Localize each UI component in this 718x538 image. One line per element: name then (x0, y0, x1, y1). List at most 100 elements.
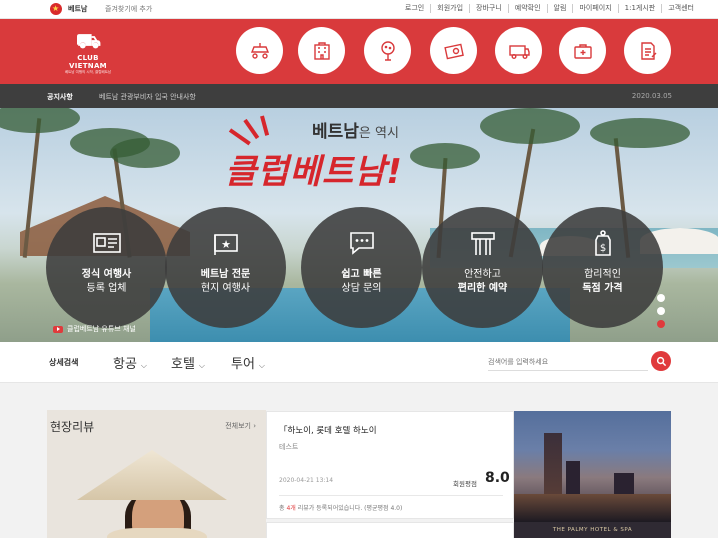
feature-line2: 상담 문의 (341, 283, 382, 294)
slogan-ray (243, 118, 260, 140)
palm-frond (110, 138, 180, 168)
top-utility-bar: 베트남 즐겨찾기에 추가 로그인 회원가입 장바구니 예약확인 알림 마이페이지… (0, 0, 718, 19)
feature-vietnam-expert[interactable]: ★ 베트남 전문 현지 여행사 (165, 207, 286, 328)
reservation-link[interactable]: 예약확인 (507, 4, 547, 13)
search-menu-flight[interactable]: 항공 ⌵ (113, 353, 147, 372)
vietnam-flag-icon (50, 3, 62, 15)
feature-line2: 편리한 예약 (457, 283, 508, 294)
review-score: 8.0 (485, 470, 510, 486)
photo-tower (544, 433, 562, 503)
ticket-icon (443, 43, 464, 59)
chevron-right-icon: › (253, 422, 256, 430)
cart-link[interactable]: 장바구니 (469, 4, 508, 13)
id-card-icon (93, 233, 121, 253)
illustration-shirt (107, 528, 207, 538)
detail-search-label: 상세검색 (49, 358, 79, 367)
feature-exclusive-price[interactable]: $ 합리적인 독점 가격 (542, 207, 663, 328)
golf-icon (380, 40, 395, 61)
menu-label: 투어 (231, 357, 255, 372)
ticket-category-button[interactable] (430, 27, 477, 74)
feature-line1: 합리적인 (584, 269, 621, 280)
search-menu-tour[interactable]: 투어 ⌵ (231, 353, 265, 372)
youtube-channel-link[interactable]: 클럽베트남 유튜브 채널 (53, 323, 136, 335)
notice-label: 공지사항 (47, 93, 73, 101)
divider (279, 495, 503, 496)
hotel-category-button[interactable] (298, 27, 345, 74)
slogan-ray (228, 128, 251, 146)
card-icon (471, 232, 495, 255)
price-tag-icon: $ (595, 230, 611, 256)
golf-cart-icon (250, 42, 269, 59)
slide-dot[interactable] (657, 294, 665, 302)
review-hotel-photo[interactable] (514, 411, 671, 522)
menu-label: 호텔 (171, 357, 195, 372)
slogan-main: 클럽베트남! (225, 152, 403, 192)
feature-line1: 쉽고 빠른 (341, 269, 382, 280)
search-icon (656, 356, 666, 366)
svg-text:★: ★ (221, 238, 231, 251)
document-category-button[interactable] (624, 27, 671, 74)
review-intro-card: 현장리뷰 전체보기 › (47, 410, 266, 538)
svg-text:$: $ (600, 243, 606, 254)
search-button[interactable] (651, 351, 671, 371)
palm-frond (590, 118, 690, 148)
site-logo[interactable]: ⛟ CLUB VIETNAM 베트남 여행의 시작, 클럽베트남 (58, 29, 118, 74)
logo-text: CLUB VIETNAM (69, 54, 107, 70)
feature-line2: 독점 가격 (582, 283, 623, 294)
review-date: 2020-04-21 13:14 (279, 477, 334, 484)
feature-line2: 등록 업체 (86, 283, 127, 294)
review-item-next[interactable] (266, 522, 514, 538)
palm-frond (480, 108, 580, 144)
review-item[interactable]: 「하노이, 롯데 호텔 하노이 테스트 2020-04-21 13:14 회원평… (266, 411, 514, 519)
vietnam-flag-icon: ★ (214, 234, 238, 255)
view-all-link[interactable]: 전체보기 › (225, 421, 256, 431)
main-header: ⛟ CLUB VIETNAM 베트남 여행의 시작, 클럽베트남 (0, 19, 718, 84)
review-heading: 「하노이, 롯데 호텔 하노이 (279, 426, 377, 436)
feature-registered-agency[interactable]: 정식 여행사 등록 업체 (46, 207, 167, 328)
mypage-link[interactable]: 마이페이지 (572, 4, 617, 13)
logo-subtext: 베트남 여행의 시작, 클럽베트남 (64, 70, 112, 74)
slide-dot-active[interactable] (657, 320, 665, 328)
notice-text-link[interactable]: 베트남 관광부비자 입국 안내사항 (99, 92, 196, 102)
slide-dot[interactable] (657, 307, 665, 315)
review-subtitle: 테스트 (279, 443, 299, 451)
next-hotel-photo[interactable]: THE PALMY HOTEL & SPA (514, 522, 671, 538)
feature-line1: 안전하고 (464, 269, 501, 280)
medical-category-button[interactable] (559, 27, 606, 74)
search-menu-hotel[interactable]: 호텔 ⌵ (171, 353, 205, 372)
hotel-icon (313, 41, 330, 60)
bookmark-link[interactable]: 즐겨찾기에 추가 (105, 4, 152, 14)
photo-city-lights (514, 494, 671, 522)
search-bar: 상세검색 항공 ⌵ 호텔 ⌵ 투어 ⌵ (0, 342, 718, 383)
golf-cart-category-button[interactable] (236, 27, 283, 74)
feature-line1: 베트남 전문 (200, 269, 251, 280)
youtube-label: 클럽베트남 유튜브 채널 (67, 325, 136, 333)
customer-center-link[interactable]: 고객센터 (661, 4, 700, 13)
slogan-rest: 은 역시 (358, 126, 399, 141)
search-input[interactable] (488, 353, 648, 371)
country-selector[interactable]: 베트남 (68, 4, 87, 14)
palm-frond (0, 108, 80, 133)
menu-label: 항공 (113, 357, 137, 372)
note-count: 4개 (286, 505, 296, 512)
medical-icon (573, 43, 592, 59)
document-icon (640, 41, 656, 60)
notification-link[interactable]: 알림 (546, 4, 573, 13)
illustration-conical-hat (77, 450, 227, 500)
signup-link[interactable]: 회원가입 (430, 4, 469, 13)
palm-frond (410, 143, 480, 169)
feature-easy-consult[interactable]: 쉽고 빠른 상담 문의 (301, 207, 422, 328)
chevron-down-icon: ⌵ (198, 361, 205, 370)
login-link[interactable]: 로그인 (399, 4, 430, 13)
golf-category-button[interactable] (364, 27, 411, 74)
qna-board-link[interactable]: 1:1게시판 (617, 4, 662, 13)
feature-line2: 현지 여행사 (200, 283, 251, 294)
transport-category-button[interactable] (495, 27, 542, 74)
feature-safe-booking[interactable]: 안전하고 편리한 예약 (422, 207, 543, 328)
chat-icon (350, 232, 374, 255)
youtube-icon (53, 325, 63, 333)
transport-icon (508, 44, 530, 59)
feature-line1: 정식 여행사 (81, 269, 132, 280)
slogan-highlight: 베트남 (312, 122, 359, 142)
review-section-title: 현장리뷰 (50, 420, 95, 434)
